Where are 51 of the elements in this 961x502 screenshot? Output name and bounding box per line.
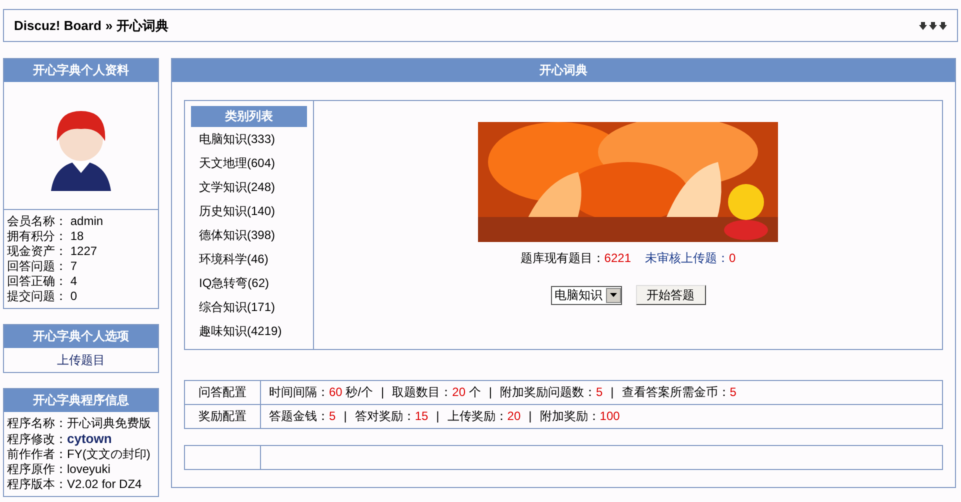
panel-title: 开心词典 <box>172 59 955 82</box>
category-list-title: 类别列表 <box>191 106 307 127</box>
profile-field: 回答问题： 7 <box>7 259 155 274</box>
start-button[interactable]: 开始答题 <box>636 285 706 305</box>
category-link[interactable]: 趣味知识(4219) <box>199 324 282 338</box>
category-link[interactable]: 综合知识(171) <box>199 300 276 314</box>
separator: | <box>381 385 384 399</box>
config-item: 上传奖励：20 <box>447 409 521 423</box>
category-link[interactable]: IQ急转弯(62) <box>199 276 270 290</box>
config-label: 奖励配置 <box>185 405 261 428</box>
config-item: 附加奖励问题数：5 <box>500 385 603 399</box>
upload-link[interactable]: 上传题目 <box>57 353 105 367</box>
config-item: 查看答案所需金币：5 <box>622 385 736 399</box>
info-field: 程序版本：V2.02 for DZ4 <box>7 477 155 492</box>
category-select[interactable]: 电脑知识 <box>550 286 622 304</box>
info-field: 前作作者：FY(文文の封印) <box>7 447 155 462</box>
category-link[interactable]: 历史知识(140) <box>199 204 276 218</box>
category-link[interactable]: 环境科学(46) <box>199 252 268 266</box>
panel-title: 开心字典个人资料 <box>4 59 158 82</box>
config-label: 问答配置 <box>185 381 261 404</box>
profile-field: 回答正确： 4 <box>7 274 155 289</box>
separator: | <box>610 385 614 399</box>
stat-text: 未审核上传题：0 <box>645 250 736 267</box>
profile-field: 提交问题： 0 <box>7 289 155 304</box>
separator: | <box>528 409 532 423</box>
config-item: 取题数目：20 个 <box>392 385 481 399</box>
category-link[interactable]: 天文地理(604) <box>199 156 276 170</box>
separator: | <box>436 409 440 423</box>
config-item: 答对奖励：15 <box>354 409 428 423</box>
panel-title: 开心字典程序信息 <box>4 389 158 412</box>
config-item: 答题金钱：5 <box>269 409 336 423</box>
down-arrows-icon[interactable] <box>919 22 947 30</box>
info-field: 程序原作：loveyuki <box>7 462 155 477</box>
panel-title: 开心字典个人选项 <box>4 325 158 348</box>
stat-text: 题库现有题目：6221 <box>520 250 631 267</box>
profile-field: 会员名称： admin <box>7 214 155 229</box>
breadcrumb-separator: » <box>105 16 113 35</box>
breadcrumb-current: 开心词典 <box>116 16 169 35</box>
breadcrumb-link[interactable]: Discuz! Board <box>14 16 102 36</box>
category-link[interactable]: 德体知识(398) <box>199 228 276 242</box>
config-item: 附加奖励：100 <box>540 409 620 423</box>
profile-field: 拥有积分： 18 <box>7 229 155 244</box>
info-field: 程序名称：开心词典免费版 <box>7 416 155 431</box>
separator: | <box>344 409 347 423</box>
config-item: 时间间隔：60 秒/个 <box>269 385 374 399</box>
category-link[interactable]: 文学知识(248) <box>199 180 276 194</box>
profile-field: 现金资产： 1227 <box>7 244 155 259</box>
dropdown-arrow-icon <box>610 293 616 297</box>
separator: | <box>488 385 492 399</box>
category-link[interactable]: 电脑知识(333) <box>199 132 276 146</box>
info-field: 程序修改：cytown <box>7 431 155 447</box>
